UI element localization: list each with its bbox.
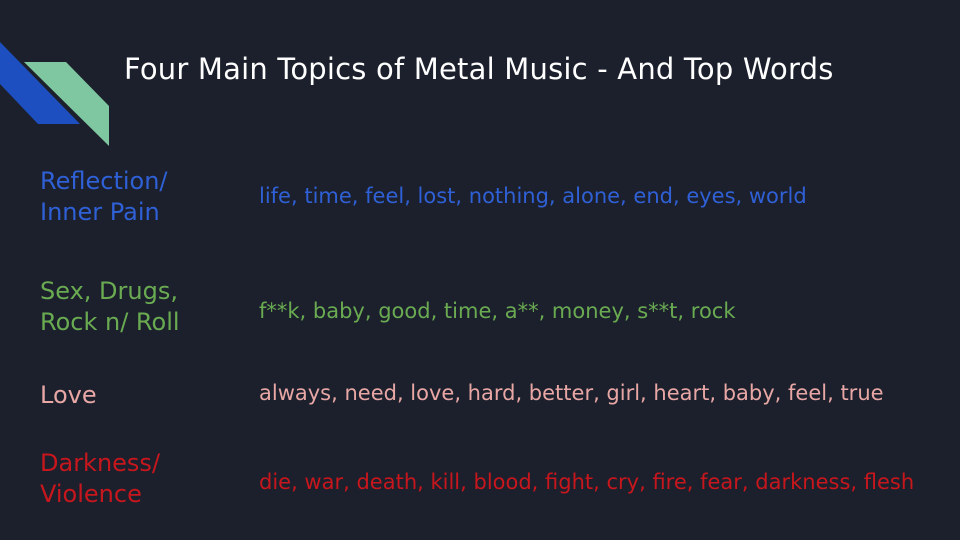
topic-label-line2: Violence (40, 480, 142, 508)
topic-label-love: Love (40, 380, 240, 411)
topic-label-darkness: Darkness/ Violence (40, 448, 240, 510)
topic-label-line2: Rock n/ Roll (40, 308, 180, 336)
topic-label-line1: Sex, Drugs, (40, 277, 178, 305)
slide-title: Four Main Topics of Metal Music - And To… (124, 52, 834, 86)
topic-words-love: always, need, love, hard, better, girl, … (259, 381, 884, 405)
topic-words-reflection: life, time, feel, lost, nothing, alone, … (259, 184, 807, 208)
topic-label-line1: Reflection/ (40, 167, 168, 195)
topic-label-line1: Darkness/ (40, 449, 161, 477)
topic-label-reflection: Reflection/ Inner Pain (40, 166, 240, 228)
slide: Four Main Topics of Metal Music - And To… (0, 0, 960, 540)
topic-label-sex-drugs: Sex, Drugs, Rock n/ Roll (40, 276, 240, 338)
corner-decoration (0, 42, 109, 146)
topic-words-sex-drugs: f**k, baby, good, time, a**, money, s**t… (259, 299, 736, 323)
topic-words-darkness: die, war, death, kill, blood, fight, cry… (259, 470, 915, 494)
topic-label-line2: Inner Pain (40, 198, 160, 226)
topic-label-line1: Love (40, 381, 97, 409)
